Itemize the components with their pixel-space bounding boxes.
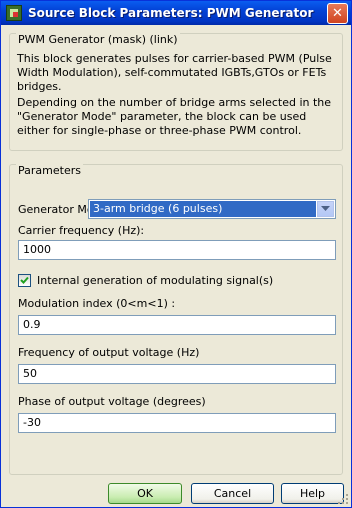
help-button[interactable]: Help bbox=[281, 483, 344, 504]
parameters-group: Parameters Generator Mode 3-arm bridge (… bbox=[9, 164, 343, 475]
carrier-frequency-input[interactable]: 1000 bbox=[18, 240, 336, 260]
internal-generation-row[interactable]: Internal generation of modulating signal… bbox=[18, 273, 273, 287]
window-title: Source Block Parameters: PWM Generator bbox=[28, 6, 314, 20]
mask-description-1: This block generates pulses for carrier-… bbox=[17, 52, 332, 93]
close-button[interactable]: ✕ bbox=[327, 3, 348, 24]
modulation-index-input[interactable]: 0.9 bbox=[18, 315, 336, 335]
simulink-block-icon[interactable] bbox=[6, 5, 22, 21]
output-phase-label: Phase of output voltage (degrees) bbox=[18, 395, 206, 408]
generator-mode-select[interactable]: 3-arm bridge (6 pulses) bbox=[88, 199, 336, 219]
generator-mode-value: 3-arm bridge (6 pulses) bbox=[90, 201, 316, 217]
mask-description-group: PWM Generator (mask) (link) This block g… bbox=[9, 33, 343, 151]
output-phase-input[interactable]: -30 bbox=[18, 413, 336, 433]
mask-description-2: Depending on the number of bridge arms s… bbox=[17, 96, 332, 137]
title-bar[interactable]: Source Block Parameters: PWM Generator ✕ bbox=[1, 1, 351, 25]
output-frequency-label: Frequency of output voltage (Hz) bbox=[18, 346, 200, 359]
internal-generation-checkbox[interactable] bbox=[18, 273, 31, 287]
output-frequency-input[interactable]: 50 bbox=[18, 364, 336, 384]
ok-button[interactable]: OK bbox=[108, 483, 182, 504]
internal-generation-label: Internal generation of modulating signal… bbox=[37, 273, 274, 287]
parameters-group-title: Parameters bbox=[16, 164, 83, 177]
modulation-index-label: Modulation index (0<m<1) : bbox=[18, 297, 176, 310]
checkmark-icon bbox=[20, 276, 29, 284]
chevron-down-icon bbox=[321, 206, 330, 211]
mask-group-title: PWM Generator (mask) (link) bbox=[16, 33, 180, 46]
close-icon: ✕ bbox=[332, 6, 343, 21]
cancel-button[interactable]: Cancel bbox=[191, 483, 274, 504]
carrier-frequency-label: Carrier frequency (Hz): bbox=[18, 224, 145, 237]
resize-grip-icon[interactable] bbox=[337, 493, 349, 505]
generator-mode-dropdown-button[interactable] bbox=[317, 201, 334, 217]
dialog-window: Source Block Parameters: PWM Generator ✕… bbox=[0, 0, 352, 508]
